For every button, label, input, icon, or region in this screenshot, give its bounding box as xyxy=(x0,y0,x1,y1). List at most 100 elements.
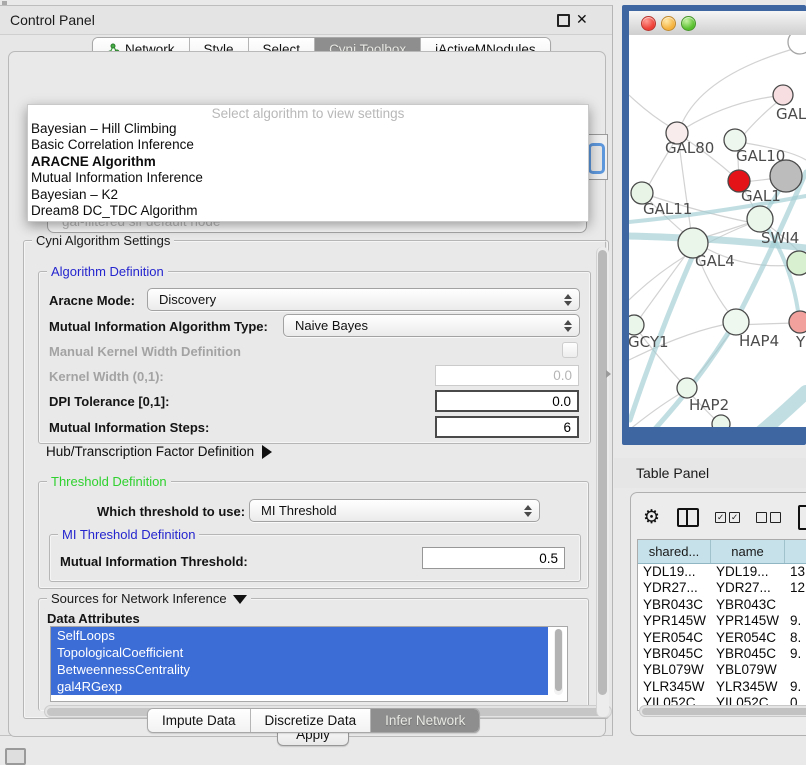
mi-threshold-field[interactable]: 0.5 xyxy=(422,547,565,569)
settings-vertical-scrollbar[interactable] xyxy=(596,247,609,717)
document-icon[interactable] xyxy=(798,505,806,530)
gear-icon[interactable]: ⚙ xyxy=(643,506,660,528)
unchecked-box-icon xyxy=(756,512,767,523)
table-row[interactable]: YBR045CYBR045C9. xyxy=(638,646,806,662)
cell-value: 8. xyxy=(785,630,806,646)
algorithm-item-dream8-dc-tdc-algorithm[interactable]: Dream8 DC_TDC Algorithm xyxy=(28,203,588,219)
table-row[interactable]: YDL19...YDL19...13 xyxy=(638,564,806,580)
attribute-item-selfloops[interactable]: SelfLoops xyxy=(51,627,548,644)
focused-stepper-fragment xyxy=(588,143,605,174)
list-scrollbar-thumb[interactable] xyxy=(555,629,562,691)
algorithm-dropdown-placeholder: Select algorithm to view settings xyxy=(28,106,588,121)
tab-label: Impute Data xyxy=(162,713,236,728)
cell-name: YBR045C xyxy=(711,646,785,662)
cell-name: YDL19... xyxy=(711,564,785,580)
split-view-icon[interactable] xyxy=(677,508,699,527)
column-header-name[interactable]: name xyxy=(711,540,785,563)
settings-vertical-thumb[interactable] xyxy=(598,250,607,695)
tab-discretize-data[interactable]: Discretize Data xyxy=(251,709,372,732)
aracne-mode-combobox[interactable]: Discovery xyxy=(147,288,580,311)
screen: { "colors": { "legend_blue": "#2525cf", … xyxy=(0,0,806,762)
network-node-gal[interactable] xyxy=(773,85,793,105)
cell-shared-name: YBR045C xyxy=(638,646,711,662)
table-row[interactable]: YDR27...YDR27...12 xyxy=(638,580,806,596)
tab-label: Infer Network xyxy=(385,713,465,728)
dpi-tolerance-field[interactable]: 0.0 xyxy=(435,390,579,412)
splitter-arrow-icon[interactable] xyxy=(606,370,611,378)
collapse-arrow-icon[interactable] xyxy=(233,595,247,604)
data-attributes-list[interactable]: SelfLoopsTopologicalCoefficientBetweenne… xyxy=(50,626,568,702)
attribute-item-gal4rgexp[interactable]: gal4RGexp xyxy=(51,678,548,695)
cell-value xyxy=(785,662,806,678)
deselect-all-icon[interactable] xyxy=(756,512,781,523)
attribute-item-topologicalcoefficient[interactable]: TopologicalCoefficient xyxy=(51,644,548,661)
network-view-window: GALGAL80GAL10GAL1GAL11SWI4GAL4GCY1HAP4YH… xyxy=(622,5,806,445)
column-header-cut[interactable] xyxy=(785,540,806,563)
threshold-definition-title: Threshold Definition xyxy=(47,474,171,489)
network-node-hap2[interactable] xyxy=(677,378,697,398)
manual-kernel-checkbox[interactable] xyxy=(562,342,578,358)
float-window-icon[interactable] xyxy=(557,14,570,27)
table-row[interactable]: YER054CYER054C8. xyxy=(638,630,806,646)
algorithm-item-bayesian-k2[interactable]: Bayesian – K2 xyxy=(28,187,588,203)
network-node-label: SWI4 xyxy=(761,229,799,247)
network-window-titlebar[interactable] xyxy=(629,11,806,36)
network-node-label: GAL80 xyxy=(665,139,714,157)
network-node[interactable] xyxy=(787,251,806,275)
cyni-algorithm-settings-group: Cyni Algorithm Settings Algorithm Defini… xyxy=(23,240,609,719)
list-scrollbar[interactable] xyxy=(554,629,563,695)
algorithm-definition-group: Algorithm Definition Aracne Mode: Discov… xyxy=(38,271,591,444)
column-header-shared[interactable]: shared... xyxy=(638,540,711,563)
network-node-label: GAL4 xyxy=(695,252,735,270)
network-canvas[interactable]: GALGAL80GAL10GAL1GAL11SWI4GAL4GCY1HAP4YH… xyxy=(629,35,806,427)
table-row[interactable]: YBL079WYBL079W xyxy=(638,662,806,678)
minimize-traffic-light[interactable] xyxy=(661,16,676,31)
cell-shared-name: YBL079W xyxy=(638,662,711,678)
algorithm-dropdown-list: Select algorithm to view settings Bayesi… xyxy=(27,104,589,222)
network-node-label: GCY1 xyxy=(629,333,669,351)
algorithm-item-mutual-information-inference[interactable]: Mutual Information Inference xyxy=(28,170,588,186)
sources-title-row[interactable]: Sources for Network Inference xyxy=(47,591,251,606)
mi-threshold-definition-group: MI Threshold Definition Mutual Informati… xyxy=(49,534,581,582)
table-row[interactable]: YLR345WYLR345W9. xyxy=(638,679,806,695)
aracne-mode-label: Aracne Mode: xyxy=(49,293,135,308)
network-node[interactable] xyxy=(712,415,730,427)
cell-shared-name: YPR145W xyxy=(638,613,711,629)
select-all-icon[interactable]: ✓✓ xyxy=(715,512,740,523)
algorithm-item-basic-correlation-inference[interactable]: Basic Correlation Inference xyxy=(28,137,588,153)
which-threshold-combobox[interactable]: MI Threshold xyxy=(249,499,540,522)
table-horizontal-scrollbar[interactable] xyxy=(639,705,806,717)
table-horizontal-thumb[interactable] xyxy=(642,708,806,715)
algorithm-item-bayesian-hill-climbing[interactable]: Bayesian – Hill Climbing xyxy=(28,121,588,137)
minimized-panel-icon[interactable] xyxy=(5,748,26,765)
tab-infer-network[interactable]: Infer Network xyxy=(371,709,479,732)
network-node[interactable] xyxy=(788,35,806,54)
attribute-item-betweennesscentrality[interactable]: BetweennessCentrality xyxy=(51,661,548,678)
network-node-y[interactable] xyxy=(789,311,806,333)
algorithm-dropdown-items: Bayesian – Hill ClimbingBasic Correlatio… xyxy=(28,121,588,219)
cell-name: YBL079W xyxy=(711,662,785,678)
cyni-bottom-tabbar: Impute Data Discretize Data Infer Network xyxy=(147,708,480,733)
close-traffic-light[interactable] xyxy=(641,16,656,31)
cell-shared-name: YDL19... xyxy=(638,564,711,580)
cell-name: YPR145W xyxy=(711,613,785,629)
node-table: shared... name YDL19...YDL19...13YDR27..… xyxy=(637,539,806,711)
mi-type-combobox[interactable]: Naive Bayes xyxy=(283,314,580,337)
data-attributes-label: Data Attributes xyxy=(47,611,140,626)
expand-arrow-icon[interactable] xyxy=(262,445,272,459)
tab-impute-data[interactable]: Impute Data xyxy=(148,709,251,732)
cell-shared-name: YDR27... xyxy=(638,580,711,596)
table-panel-title: Table Panel xyxy=(636,465,709,481)
hub-section-row[interactable]: Hub/Transcription Factor Definition xyxy=(46,444,272,459)
cell-value: 9. xyxy=(785,646,806,662)
close-icon[interactable]: ✕ xyxy=(576,11,588,28)
cell-value xyxy=(785,597,806,613)
table-row[interactable]: YBR043CYBR043C xyxy=(638,597,806,613)
control-panel-titlebar: Control Panel ✕ xyxy=(0,6,612,35)
algorithm-item-aracne-algorithm[interactable]: ARACNE Algorithm xyxy=(28,154,588,170)
stepper-arrows-icon xyxy=(564,294,572,306)
mi-steps-field[interactable]: 6 xyxy=(435,416,579,438)
network-node-gcy1[interactable] xyxy=(629,315,644,335)
table-row[interactable]: YPR145WYPR145W9. xyxy=(638,613,806,629)
zoom-traffic-light[interactable] xyxy=(681,16,696,31)
